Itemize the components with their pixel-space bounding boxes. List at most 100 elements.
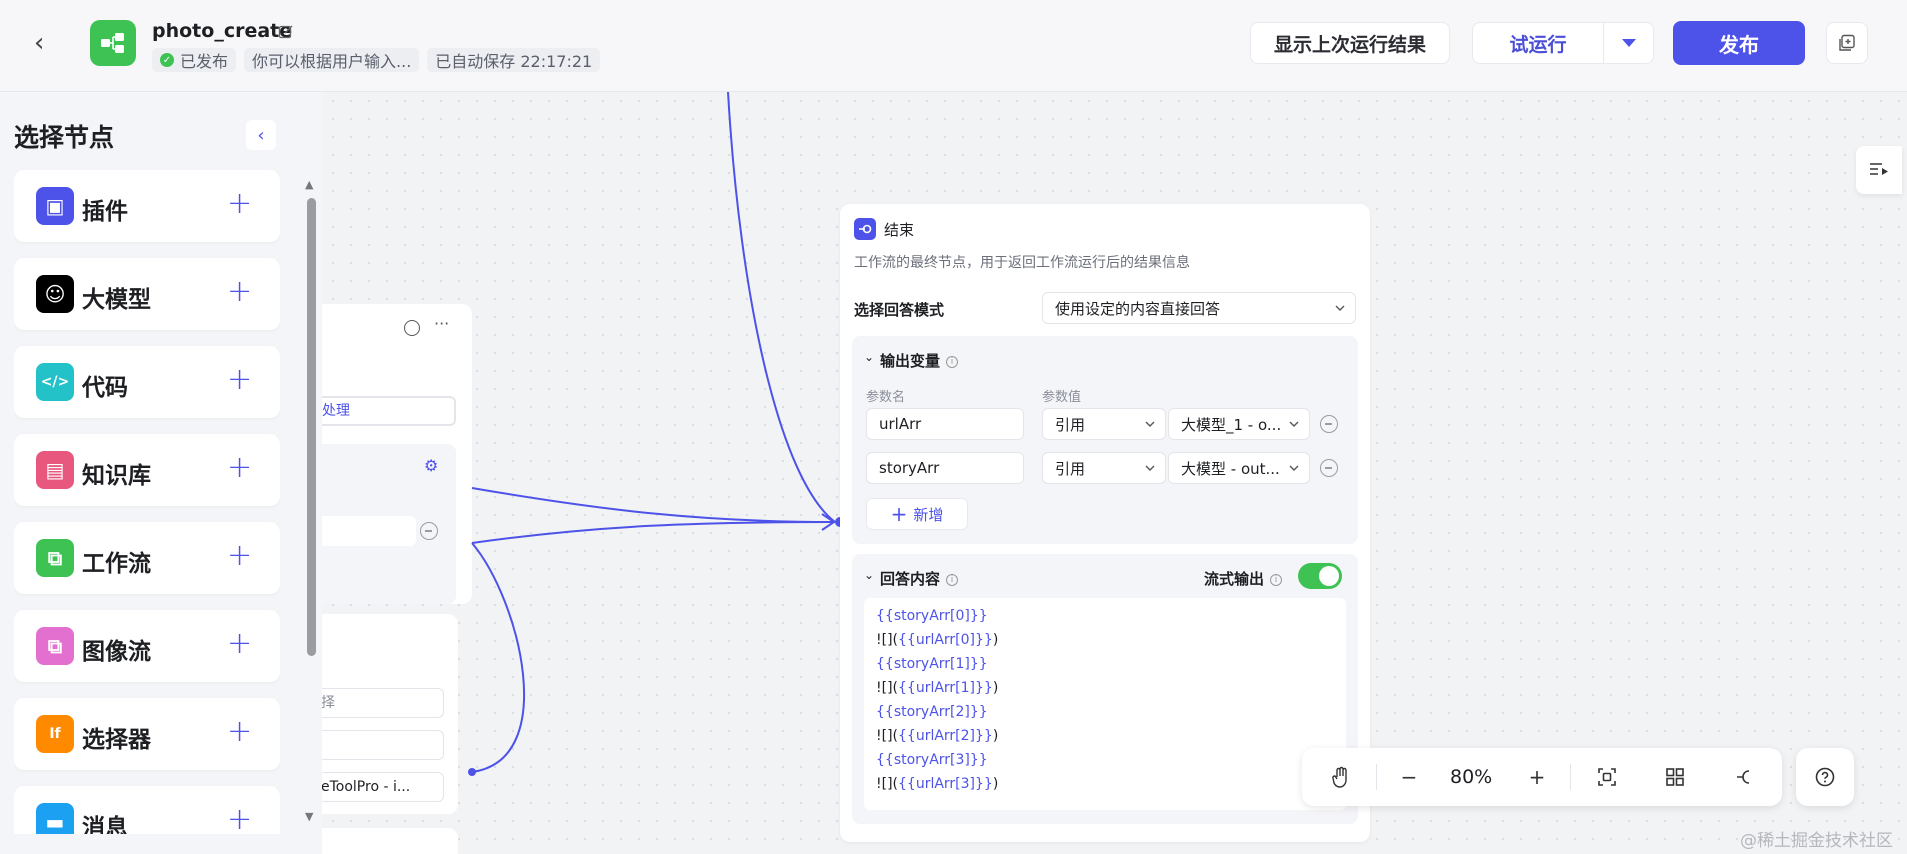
scroll-down-icon[interactable]: ▼ [305, 810, 313, 823]
fit-view-icon[interactable] [1592, 762, 1622, 792]
chevron-down-icon [1289, 421, 1299, 427]
node-item[interactable]: ☺ 大模型 + [14, 258, 280, 330]
add-node-icon[interactable]: + [227, 186, 252, 222]
param-type-select[interactable]: 引用 [1042, 408, 1166, 440]
gear-icon[interactable]: ⚙ [424, 456, 438, 475]
add-node-icon[interactable]: + [227, 274, 252, 310]
scrollbar-thumb[interactable] [307, 198, 316, 656]
output-variables-title: 输出变量 i [880, 350, 959, 371]
remove-icon[interactable] [420, 522, 438, 540]
code-icon: </> [36, 363, 74, 401]
collapse-panel-button[interactable]: ‹ [246, 120, 276, 150]
param-name-input[interactable]: urlArr [866, 408, 1024, 440]
plugin-icon: ▣ [36, 187, 74, 225]
workflow-icon: ⧉ [36, 539, 74, 577]
caret-down-icon [1621, 39, 1636, 47]
answer-line: {{storyArr[0]}} [876, 608, 988, 624]
answer-content-title: 回答内容 i [880, 568, 959, 589]
partial-node-card[interactable]: ··· 处理 ⚙ [280, 304, 472, 604]
end-node-icon [854, 218, 876, 240]
help-icon[interactable] [1796, 748, 1854, 806]
add-node-icon[interactable]: + [227, 538, 252, 574]
node-item-label: 插件 [82, 199, 128, 225]
panel-title: 选择节点 [14, 123, 115, 152]
scroll-up-icon[interactable]: ▲ [305, 178, 313, 191]
add-node-icon[interactable]: + [227, 626, 252, 662]
stream-output-toggle[interactable] [1298, 563, 1342, 589]
plus-icon: + [890, 502, 908, 526]
check-icon: ✓ [160, 53, 174, 67]
partial-node-card-3[interactable] [300, 828, 458, 854]
more-icon[interactable]: ··· [434, 314, 449, 333]
node-item-label: 选择器 [82, 727, 151, 753]
test-run-dropdown[interactable] [1604, 22, 1654, 64]
collapse-caret-icon[interactable]: ⌄ [864, 568, 874, 582]
answer-line: ![]({{urlArr[1]}}) [876, 680, 999, 696]
add-node-icon[interactable]: + [227, 450, 252, 486]
param-ref-select[interactable]: 大模型_1 - o... [1168, 408, 1310, 440]
knowledge-icon: ▤ [36, 451, 74, 489]
publish-status-badge: ✓ 已发布 [152, 48, 237, 72]
node-item-label: 图像流 [82, 639, 151, 665]
node-item[interactable]: If 选择器 + [14, 698, 280, 770]
answer-mode-select[interactable]: 使用设定的内容直接回答 [1042, 292, 1356, 324]
chevron-left-icon: ‹ [257, 124, 265, 146]
collapse-caret-icon[interactable]: ⌄ [864, 350, 874, 364]
add-node-icon[interactable]: + [227, 802, 252, 834]
edit-icon[interactable] [278, 24, 294, 40]
side-panel-toggle[interactable] [1856, 146, 1902, 194]
hand-icon[interactable] [1326, 762, 1356, 792]
copy-icon[interactable] [1826, 22, 1868, 64]
node-item[interactable]: ⧉ 工作流 + [14, 522, 280, 594]
node-item[interactable]: ▬ 消息 + [14, 786, 280, 834]
node-item[interactable]: ▣ 插件 + [14, 170, 280, 242]
back-icon[interactable]: ‹ [34, 29, 58, 57]
zoom-level[interactable]: 80% [1450, 766, 1492, 788]
answer-line: {{storyArr[1]}} [876, 656, 988, 672]
param-type-select[interactable]: 引用 [1042, 452, 1166, 484]
answer-line: ![]({{urlArr[0]}}) [876, 632, 999, 648]
node-item-label: 大模型 [82, 287, 151, 313]
add-variable-button[interactable]: + 新增 [866, 498, 968, 530]
info-icon: i [946, 573, 959, 586]
node-item[interactable]: ▤ 知识库 + [14, 434, 280, 506]
app-description[interactable]: 你可以根据用户输入... [244, 48, 420, 72]
node-item-label: 知识库 [82, 463, 151, 489]
answer-content-editor[interactable]: {{storyArr[0]}} ![]({{urlArr[0]}}) {{story… [864, 598, 1346, 810]
add-node-icon[interactable]: + [227, 362, 252, 398]
info-icon: i [946, 355, 959, 368]
node-item[interactable]: </> 代码 + [14, 346, 280, 418]
connector-icon[interactable] [1728, 762, 1758, 792]
node-selector-panel: 选择节点 ‹ ▣ 插件 + ☺ 大模型 + </> 代码 + ▤ 知识库 + ⧉ 工作流 + ⧉ 图像流 + If 选… [0, 92, 322, 854]
run-node-icon[interactable] [404, 320, 420, 336]
node-item-label: 工作流 [82, 551, 151, 577]
chevron-down-icon [1335, 305, 1345, 311]
app-title: photo_create [152, 20, 293, 42]
test-run-button[interactable]: 试运行 [1472, 22, 1604, 64]
answer-mode-label: 选择回答模式 [854, 301, 945, 319]
stream-output-label: 流式输出 i [1204, 568, 1283, 589]
add-node-icon[interactable]: + [227, 714, 252, 750]
param-ref-select[interactable]: 大模型 - out... [1168, 452, 1310, 484]
partial-node-card-2[interactable]: 择 eToolPro - i... [280, 614, 458, 814]
node-item-label: 代码 [82, 375, 128, 401]
info-icon: i [1270, 573, 1283, 586]
remove-row-icon[interactable] [1320, 415, 1338, 433]
autosave-status: 已自动保存 22:17:21 [427, 48, 601, 72]
chevron-down-icon [1289, 465, 1299, 471]
remove-row-icon[interactable] [1320, 459, 1338, 477]
layout-icon[interactable] [1660, 762, 1690, 792]
param-name-input[interactable]: storyArr [866, 452, 1024, 484]
answer-line: ![]({{urlArr[2]}}) [876, 728, 999, 744]
publish-button[interactable]: 发布 [1673, 21, 1805, 65]
imageflow-icon: ⧉ [36, 627, 74, 665]
node-item[interactable]: ⧉ 图像流 + [14, 610, 280, 682]
list-play-icon [1870, 163, 1888, 175]
chevron-down-icon [1145, 465, 1155, 471]
message-icon: ▬ [36, 803, 74, 834]
end-node-card[interactable]: 结束 工作流的最终节点，用于返回工作流运行后的结果信息 选择回答模式 使用设定的… [840, 204, 1370, 842]
zoom-in-icon[interactable]: + [1522, 762, 1552, 792]
zoom-out-icon[interactable]: − [1394, 762, 1424, 792]
watermark: @稀土掘金技术社区 [1740, 831, 1893, 851]
show-last-result-button[interactable]: 显示上次运行结果 [1250, 22, 1450, 64]
